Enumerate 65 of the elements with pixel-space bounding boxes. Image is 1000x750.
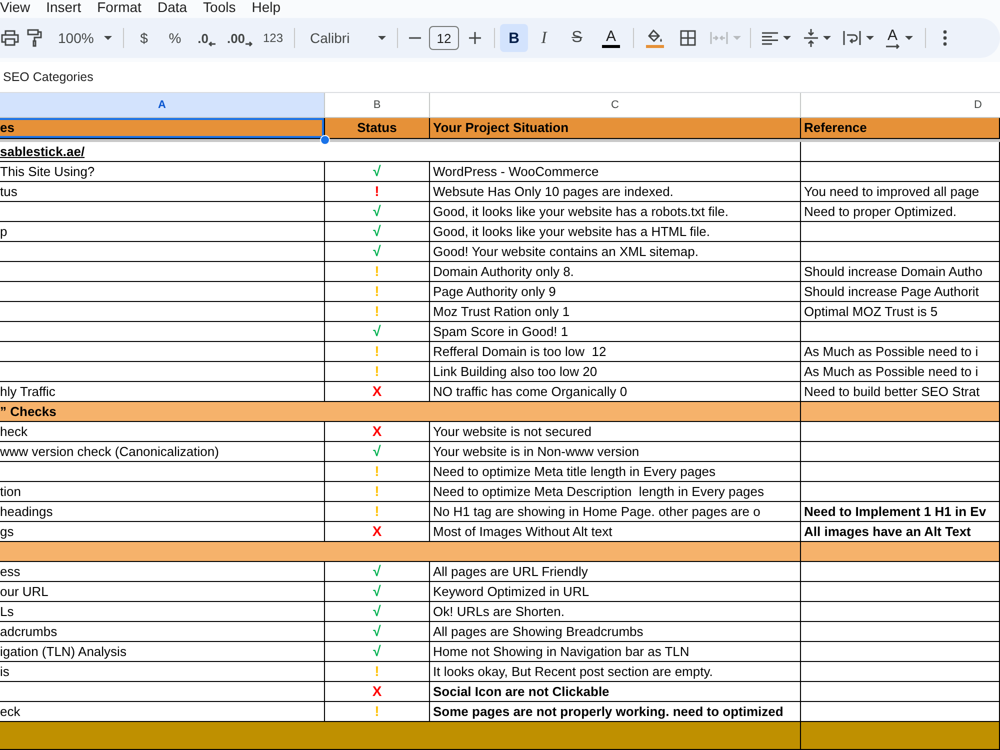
table-cell: WordPress - WooCommerce [430, 162, 1000, 182]
text-color-button[interactable]: A [594, 24, 628, 52]
decrease-decimal-button[interactable]: .0 [191, 24, 223, 52]
table-cell: Your website is not secured [430, 422, 1000, 442]
table-cell: All pages are URL Friendly [430, 562, 1000, 582]
menu-item[interactable]: Format [97, 0, 142, 15]
arrow-left-icon [208, 41, 216, 47]
percent-button[interactable]: % [159, 24, 191, 52]
zoom-dropdown[interactable]: 100% [48, 24, 118, 52]
number-format-button[interactable]: 123 [257, 24, 289, 52]
table-cell: All pages are Showing Breadcrumbs [430, 622, 1000, 642]
table-cell: Your website is in Non-www version [430, 442, 1000, 462]
link[interactable]: sablestick.ae/ [0, 144, 85, 159]
arrow-right-icon [886, 44, 900, 48]
paint-bucket-icon [647, 28, 663, 44]
arrow-right-icon [245, 41, 254, 47]
bold-button[interactable]: B [500, 24, 528, 52]
menu-item[interactable]: Help [252, 0, 281, 15]
table-cell: Need to optimize Meta Description length in Every pages [430, 482, 1000, 502]
text-wrap-icon [842, 31, 860, 45]
formula-field[interactable]: SEO Categories [0, 62, 1000, 93]
more-options-icon [943, 30, 947, 46]
table-cell: Social Icon are not Clickable [430, 682, 1000, 702]
table-cell: Spam Score in Good! 1 [430, 322, 1000, 342]
section-title: ” Checks [0, 404, 56, 419]
caret-icon [732, 36, 740, 40]
column-header[interactable]: A [0, 93, 325, 118]
font-size-field[interactable]: 12 [429, 26, 459, 50]
increase-decimal-button[interactable]: .00 [223, 24, 257, 52]
caret-icon [782, 36, 790, 40]
caret-icon [866, 36, 874, 40]
table-cell: Good! Your website contains an XML sitemap. [430, 242, 1000, 262]
menu-item[interactable]: Tools [203, 0, 236, 15]
selection-handle[interactable] [320, 135, 330, 145]
strikethrough-button[interactable]: S [560, 24, 594, 52]
font-dropdown[interactable]: Calibri [300, 24, 392, 52]
table-cell: Ok! URLs are Shorten. [430, 602, 1000, 622]
align-left-icon [762, 32, 778, 44]
header-cell[interactable]: es [0, 118, 325, 139]
vertical-align-icon [804, 29, 818, 47]
table-cell: Good, it looks like your website has a HTML file. [430, 222, 1000, 242]
text-rotation-button[interactable]: A [878, 24, 920, 52]
column-header[interactable]: C [430, 93, 801, 118]
italic-button[interactable]: I [528, 24, 560, 52]
column-header[interactable]: D [801, 93, 1000, 118]
caret-icon [104, 36, 112, 40]
menu-item[interactable]: View [0, 0, 30, 15]
paint-roller-icon [26, 29, 42, 47]
merge-icon [710, 31, 728, 45]
table-cell: Keyword Optimized in URL [430, 582, 1000, 602]
caret-icon [822, 36, 830, 40]
print-icon [1, 30, 19, 46]
plus-icon [469, 32, 481, 44]
table-cell: It looks okay, But Recent post section are empty. [430, 662, 1000, 682]
menu-item[interactable]: Insert [46, 0, 82, 15]
table-cell: Home not Showing in Navigation bar as TLN [430, 642, 1000, 662]
currency-button[interactable]: $ [129, 24, 159, 52]
borders-icon [680, 30, 696, 46]
caret-icon [904, 36, 912, 40]
table-cell: Need to optimize Meta title length in Every pages [430, 462, 1000, 482]
table-cell: Some pages are not properly working. need to optimized [430, 702, 1000, 722]
caret-icon [378, 36, 386, 40]
column-header[interactable]: B [325, 93, 430, 118]
menu-item[interactable]: Data [157, 0, 188, 15]
minus-icon [409, 37, 421, 39]
